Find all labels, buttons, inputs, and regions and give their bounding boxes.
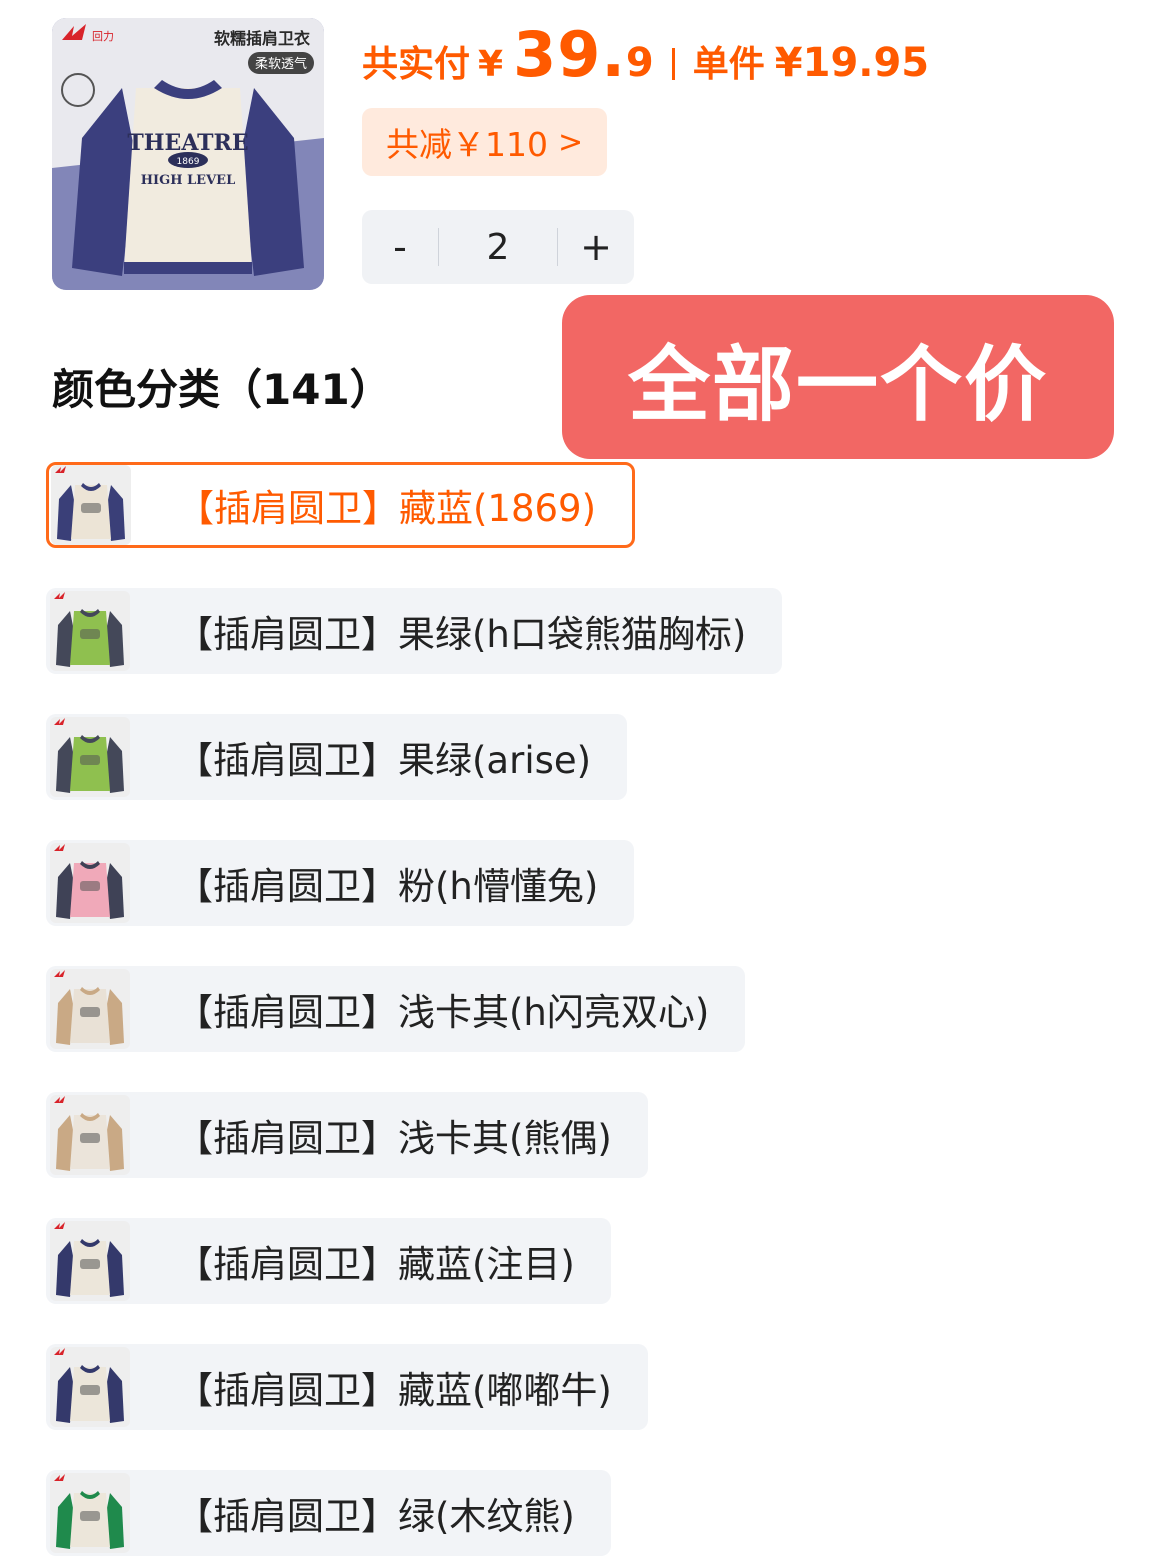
color-option-label: 【插肩圆卫】浅卡其(h闪亮双心) <box>176 991 710 1034</box>
color-option[interactable]: 【插肩圆卫】果绿(arise) <box>46 714 628 800</box>
svg-text:软糯插肩卫衣: 软糯插肩卫衣 <box>214 29 310 48</box>
sweatshirt-thumbnail-icon <box>50 969 130 1049</box>
svg-text:回力: 回力 <box>92 30 114 43</box>
unit-price: ¥19.95 <box>774 40 930 86</box>
color-option[interactable]: 【插肩圆卫】粉(h懵懂兔) <box>46 840 635 926</box>
color-option-label: 【插肩圆卫】果绿(arise) <box>176 739 592 782</box>
color-option[interactable]: 【插肩圆卫】藏蓝(注目) <box>46 1218 611 1304</box>
svg-text:柔软透气: 柔软透气 <box>255 56 307 72</box>
currency-symbol: ¥ <box>478 44 504 85</box>
sweatshirt-product-image: THEATRE 1869 HIGH LEVEL 回力 软糯插肩卫衣 柔软透气 <box>52 18 324 290</box>
sweatshirt-thumbnail-icon <box>50 843 130 923</box>
color-option[interactable]: 【插肩圆卫】浅卡其(熊偶) <box>46 1092 648 1178</box>
sweatshirt-thumbnail-icon <box>50 717 130 797</box>
total-paid-label: 共实付 <box>362 44 471 85</box>
svg-text:1869: 1869 <box>177 157 200 167</box>
sweatshirt-thumbnail-icon <box>50 591 130 671</box>
price-row: 共实付 ¥ 39. 9 单件 ¥19.95 <box>362 18 929 98</box>
sweatshirt-thumbnail-icon <box>50 1095 130 1175</box>
color-option-label: 【插肩圆卫】绿(木纹熊) <box>176 1495 575 1538</box>
same-price-banner: 全部一个价 <box>562 295 1114 459</box>
total-price-integer: 39. <box>513 18 626 91</box>
discount-text: 共减￥110 <box>386 125 548 164</box>
increase-quantity-button[interactable]: + <box>558 225 634 269</box>
color-option-label: 【插肩圆卫】果绿(h口袋熊猫胸标) <box>176 613 747 656</box>
color-category-title: 颜色分类（141） <box>52 365 392 414</box>
color-option-label: 【插肩圆卫】藏蓝(1869) <box>177 487 597 530</box>
color-option[interactable]: 【插肩圆卫】浅卡其(h闪亮双心) <box>46 966 746 1052</box>
quantity-value[interactable]: 2 <box>439 227 557 268</box>
color-option[interactable]: 【插肩圆卫】果绿(h口袋熊猫胸标) <box>46 588 783 674</box>
color-option[interactable]: 【插肩圆卫】藏蓝(嘟嘟牛) <box>46 1344 648 1430</box>
sweatshirt-thumbnail-icon <box>50 1473 130 1553</box>
color-option-label: 【插肩圆卫】浅卡其(熊偶) <box>176 1117 612 1160</box>
price-divider <box>671 48 675 80</box>
sweatshirt-thumbnail-icon <box>51 465 131 545</box>
svg-text:HIGH LEVEL: HIGH LEVEL <box>141 173 235 188</box>
quantity-stepper: - 2 + <box>362 210 634 284</box>
discount-details-button[interactable]: 共减￥110 > <box>362 108 608 176</box>
color-option-label: 【插肩圆卫】藏蓝(注目) <box>176 1243 575 1286</box>
chevron-right-icon: > <box>558 124 584 160</box>
sweatshirt-thumbnail-icon <box>50 1347 130 1427</box>
color-option[interactable]: 【插肩圆卫】藏蓝(1869) <box>46 462 636 548</box>
color-option[interactable]: 【插肩圆卫】绿(木纹熊) <box>46 1470 611 1556</box>
color-option-label: 【插肩圆卫】粉(h懵懂兔) <box>176 865 599 908</box>
product-thumbnail[interactable]: THEATRE 1869 HIGH LEVEL 回力 软糯插肩卫衣 柔软透气 <box>52 18 324 290</box>
sweatshirt-thumbnail-icon <box>50 1221 130 1301</box>
unit-price-label: 单件 <box>692 44 765 85</box>
decrease-quantity-button[interactable]: - <box>362 225 438 269</box>
color-option-label: 【插肩圆卫】藏蓝(嘟嘟牛) <box>176 1369 612 1412</box>
total-price-decimal: 9 <box>625 40 654 86</box>
